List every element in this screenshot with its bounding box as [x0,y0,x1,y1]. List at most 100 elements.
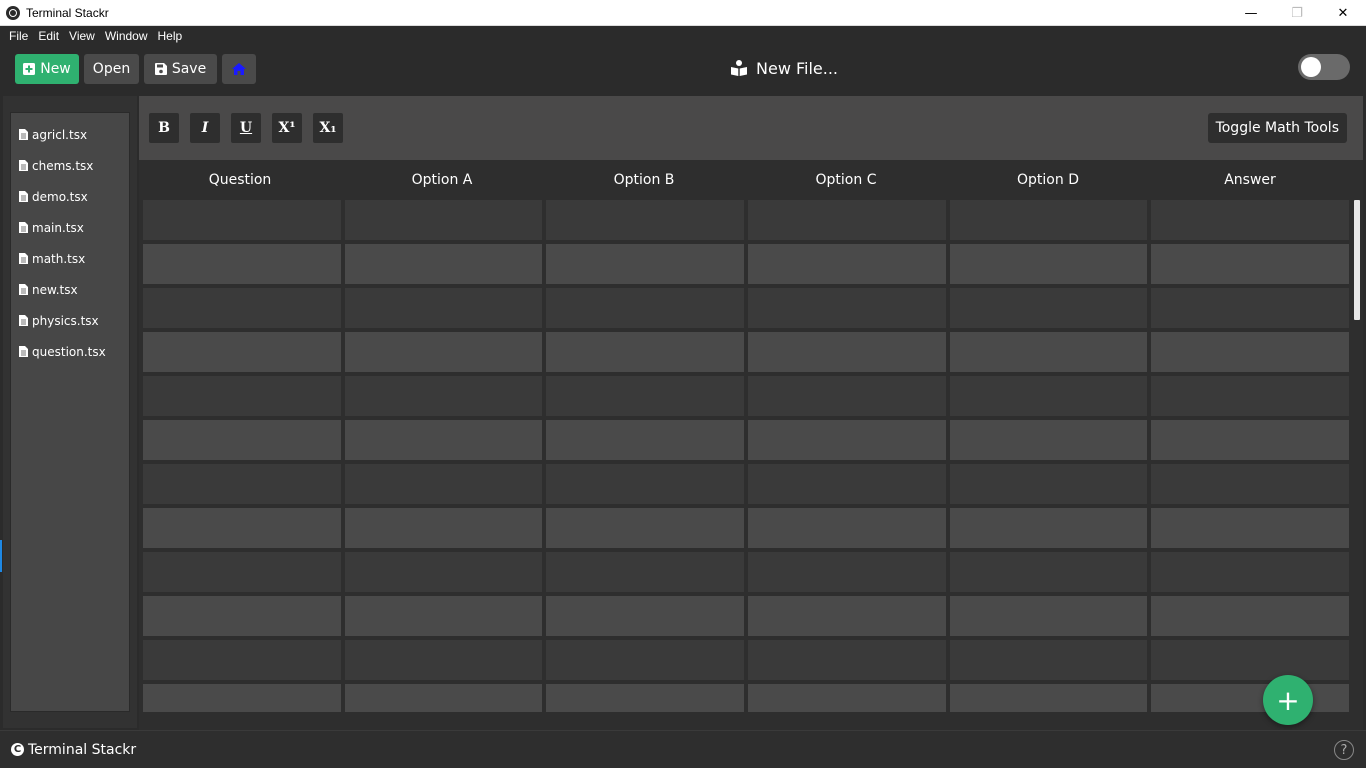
cell-answer[interactable] [1151,376,1350,416]
cell-option-a[interactable] [344,288,543,328]
home-button[interactable] [222,54,256,84]
cell-option-d[interactable] [949,552,1148,592]
open-button[interactable]: Open [84,54,139,84]
cell-question[interactable] [143,376,341,416]
cell-option-b[interactable] [546,596,745,636]
cell-option-b[interactable] [546,288,745,328]
menu-window[interactable]: Window [100,29,153,43]
file-item-new[interactable]: new.tsx [11,274,129,305]
cell-option-a[interactable] [344,376,543,416]
cell-answer[interactable] [1151,420,1350,460]
cell-answer[interactable] [1151,332,1350,372]
cell-answer[interactable] [1151,288,1350,328]
cell-option-d[interactable] [949,596,1148,636]
cell-option-c[interactable] [748,376,946,416]
cell-answer[interactable] [1151,552,1350,592]
help-button[interactable]: ? [1334,740,1354,760]
grid-scrollbar[interactable] [1354,200,1360,320]
file-item-demo[interactable]: demo.tsx [11,181,129,212]
save-button[interactable]: Save [144,54,217,84]
cell-option-c[interactable] [748,332,946,372]
cell-option-c[interactable] [748,552,946,592]
file-item-physics[interactable]: physics.tsx [11,305,129,336]
cell-option-d[interactable] [949,288,1148,328]
cell-option-a[interactable] [344,464,543,504]
cell-option-b[interactable] [546,464,745,504]
file-item-question[interactable]: question.tsx [11,336,129,367]
cell-answer[interactable] [1151,508,1350,548]
cell-option-d[interactable] [949,332,1148,372]
cell-option-c[interactable] [748,200,946,240]
cell-question[interactable] [143,508,341,548]
cell-answer[interactable] [1151,464,1350,504]
superscript-button[interactable]: X¹ [272,113,302,143]
cell-option-b[interactable] [546,552,745,592]
cell-option-b[interactable] [546,420,745,460]
cell-option-c[interactable] [748,244,946,284]
cell-option-c[interactable] [748,288,946,328]
cell-option-c[interactable] [748,640,946,680]
cell-option-a[interactable] [344,596,543,636]
cell-option-a[interactable] [344,244,543,284]
cell-option-d[interactable] [949,684,1148,712]
bold-button[interactable]: B [149,113,179,143]
cell-option-d[interactable] [949,244,1148,284]
cell-option-c[interactable] [748,596,946,636]
file-item-main[interactable]: main.tsx [11,212,129,243]
cell-question[interactable] [143,684,341,712]
cell-question[interactable] [143,332,341,372]
cell-option-a[interactable] [344,552,543,592]
cell-question[interactable] [143,596,341,636]
cell-question[interactable] [143,200,341,240]
cell-option-b[interactable] [546,640,745,680]
cell-option-a[interactable] [344,640,543,680]
cell-option-c[interactable] [748,464,946,504]
underline-button[interactable]: U [231,113,261,143]
cell-option-a[interactable] [344,332,543,372]
cell-option-d[interactable] [949,508,1148,548]
cell-option-a[interactable] [344,420,543,460]
cell-option-b[interactable] [546,376,745,416]
cell-option-b[interactable] [546,332,745,372]
cell-question[interactable] [143,464,341,504]
file-item-agricl[interactable]: agricl.tsx [11,119,129,150]
cell-answer[interactable] [1151,640,1350,680]
cell-option-d[interactable] [949,464,1148,504]
cell-answer[interactable] [1151,200,1350,240]
cell-question[interactable] [143,244,341,284]
cell-option-c[interactable] [748,684,946,712]
new-button[interactable]: New [15,54,79,84]
cell-question[interactable] [143,552,341,592]
menu-edit[interactable]: Edit [33,29,64,43]
cell-option-b[interactable] [546,200,745,240]
cell-option-d[interactable] [949,640,1148,680]
minimize-button[interactable]: — [1228,0,1274,26]
subscript-button[interactable]: X₁ [313,113,343,143]
cell-question[interactable] [143,640,341,680]
cell-option-a[interactable] [344,200,543,240]
cell-option-c[interactable] [748,508,946,548]
cell-option-a[interactable] [344,508,543,548]
cell-option-d[interactable] [949,420,1148,460]
italic-button[interactable]: I [190,113,220,143]
cell-option-d[interactable] [949,376,1148,416]
cell-answer[interactable] [1151,244,1350,284]
cell-option-b[interactable] [546,244,745,284]
cell-option-b[interactable] [546,684,745,712]
cell-answer[interactable] [1151,596,1350,636]
cell-option-a[interactable] [344,684,543,712]
menu-view[interactable]: View [64,29,100,43]
theme-toggle[interactable] [1298,54,1350,80]
cell-option-c[interactable] [748,420,946,460]
menu-help[interactable]: Help [153,29,188,43]
cell-question[interactable] [143,420,341,460]
close-window-button[interactable]: ✕ [1320,0,1366,26]
cell-option-b[interactable] [546,508,745,548]
cell-option-d[interactable] [949,200,1148,240]
toggle-math-tools-button[interactable]: Toggle Math Tools [1207,113,1347,143]
menu-file[interactable]: File [4,29,33,43]
file-item-chems[interactable]: chems.tsx [11,150,129,181]
add-row-button[interactable]: + [1263,675,1313,725]
file-item-math[interactable]: math.tsx [11,243,129,274]
cell-question[interactable] [143,288,341,328]
